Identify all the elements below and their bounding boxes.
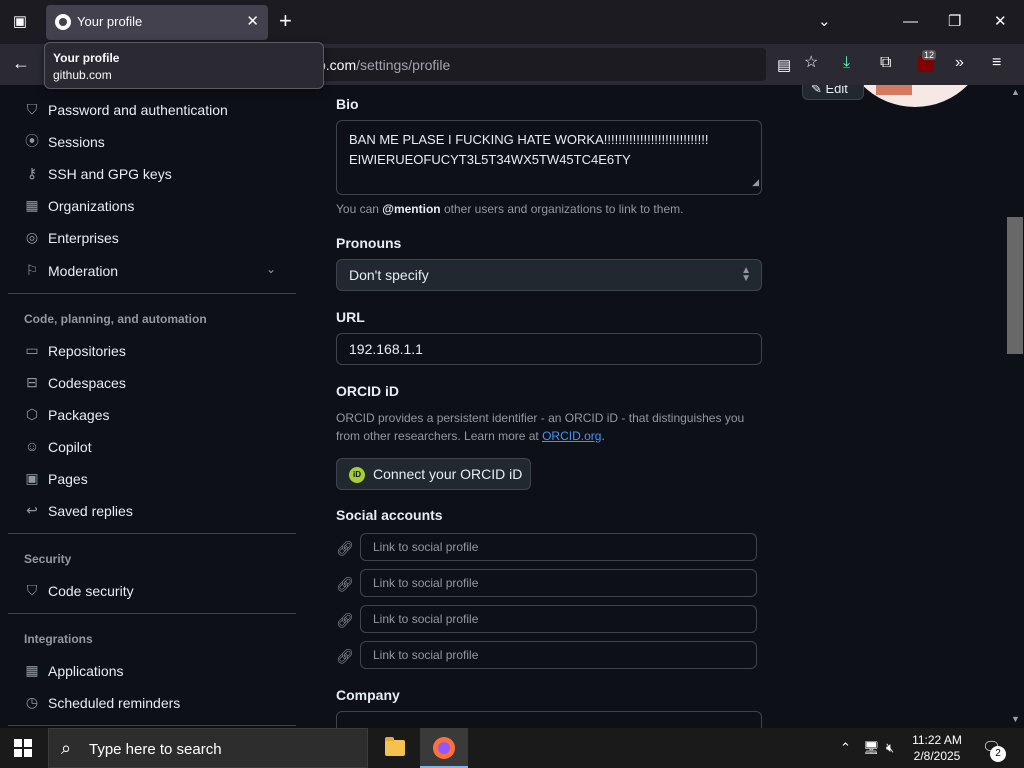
list-all-tabs-icon[interactable]: ⌄ — [818, 11, 831, 33]
link-icon: 🔗︎ — [336, 612, 354, 628]
taskbar-clock[interactable]: 11:22 AM 2/8/2025 — [902, 732, 972, 764]
report-icon: ⚐ — [25, 262, 39, 278]
chevron-down-icon[interactable]: ⌄ — [266, 262, 276, 276]
social-input-3[interactable]: Link to social profile — [360, 605, 757, 633]
orcid-description: ORCID provides a persistent identifier -… — [336, 411, 745, 443]
screen: ▣ Your profile ✕ + ⌄ — ❐ ✕ ← b.com/setti… — [0, 0, 1024, 768]
connect-orcid-button[interactable]: iD Connect your ORCID iD — [336, 458, 531, 490]
key-icon: ⚷ — [26, 165, 38, 181]
downloads-icon[interactable]: ⤓ — [843, 54, 850, 72]
url-label: URL — [336, 309, 365, 325]
social-input-2[interactable]: Link to social profile — [360, 569, 757, 597]
github-favicon-icon — [55, 14, 71, 30]
link-icon: 🔗︎ — [336, 540, 354, 556]
network-icon[interactable]: 🖥︎ — [863, 740, 880, 756]
copilot-icon: ☺ — [24, 438, 40, 454]
tab-tooltip: Your profile github.com — [44, 42, 324, 89]
menu-hamburger-icon[interactable]: ≡ — [992, 54, 1001, 72]
codespaces-icon: ⊟ — [26, 374, 38, 390]
orcid-link[interactable]: ORCID.org — [542, 429, 601, 443]
page-content: ⛉ Password and authentication ⦿ Sessions… — [0, 85, 1006, 728]
back-arrow-icon[interactable]: ← — [12, 53, 30, 74]
organization-icon: ▦ — [25, 197, 39, 213]
sidebar-section-security: Security — [24, 552, 72, 566]
tab-list-icon[interactable]: ▣ — [8, 11, 32, 33]
url-input[interactable]: 192.168.1.1 — [336, 333, 762, 365]
tab-close-icon[interactable]: ✕ — [246, 12, 259, 30]
link-icon: 🔗︎ — [336, 648, 354, 664]
overflow-chevron-icon[interactable]: » — [955, 54, 964, 72]
extensions-icon[interactable]: ⧉ — [880, 54, 891, 72]
repo-icon: ▭ — [25, 342, 39, 358]
orcid-icon: iD — [349, 467, 365, 483]
orcid-label: ORCID iD — [336, 383, 399, 399]
taskbar-search-box[interactable]: ⌕ Type here to search — [48, 728, 368, 768]
sidebar-section-integrations: Integrations — [24, 632, 93, 646]
apps-icon: ▦ — [25, 662, 39, 678]
minimize-icon[interactable]: — — [903, 11, 918, 33]
resize-handle-icon[interactable]: ◢ — [752, 172, 759, 192]
bookmark-star-icon[interactable]: ☆ — [804, 54, 818, 72]
scroll-thumb[interactable] — [1007, 217, 1023, 354]
select-updown-icon: ▲ ▼ — [741, 265, 751, 284]
sidebar-divider — [8, 533, 296, 534]
sidebar-divider — [8, 293, 296, 294]
browser-icon: ▣ — [25, 470, 39, 486]
tab-title: Your profile — [77, 14, 143, 29]
browser-tab-bar: ▣ Your profile ✕ + ⌄ — ❐ ✕ — [0, 0, 1024, 44]
file-explorer-button[interactable] — [371, 728, 419, 768]
sidebar-section-code: Code, planning, and automation — [24, 312, 207, 326]
volume-muted-icon[interactable]: 🔇︎ — [886, 740, 894, 756]
social-input-1[interactable]: Link to social profile — [360, 533, 757, 561]
sidebar-divider — [8, 613, 296, 614]
company-input[interactable] — [336, 711, 762, 728]
globe-icon: ◎ — [25, 229, 39, 245]
company-label: Company — [336, 687, 400, 703]
close-window-icon[interactable]: ✕ — [994, 11, 1007, 33]
pronouns-select[interactable]: Don't specify ▲ ▼ — [336, 259, 762, 291]
firefox-icon — [433, 737, 455, 759]
windows-start-icon[interactable] — [14, 739, 32, 757]
page-scrollbar[interactable]: ▲ ▼ — [1006, 85, 1024, 728]
social-accounts-label: Social accounts — [336, 507, 443, 523]
edit-avatar-button[interactable]: ✎ Edit — [802, 85, 864, 100]
shield-lock-icon: ⛉ — [26, 101, 38, 117]
scroll-down-icon[interactable]: ▼ — [1011, 714, 1020, 724]
reply-icon: ↩ — [26, 502, 38, 518]
ublock-badge: 12 — [922, 50, 937, 60]
reader-view-icon[interactable]: ▤ — [777, 58, 791, 74]
firefox-taskbar-button[interactable] — [420, 728, 468, 768]
social-input-4[interactable]: Link to social profile — [360, 641, 757, 669]
bio-label: Bio — [336, 96, 359, 112]
scroll-up-icon[interactable]: ▲ — [1011, 87, 1020, 97]
bio-note: You can @mention other users and organiz… — [336, 202, 684, 216]
active-tab[interactable]: Your profile ✕ — [46, 5, 268, 40]
pronouns-label: Pronouns — [336, 235, 402, 251]
avatar-pattern — [876, 85, 912, 95]
notification-badge: 2 — [990, 746, 1006, 762]
restore-icon[interactable]: ❐ — [948, 11, 961, 33]
windows-taskbar: ⌕ Type here to search ⌃ 🖥︎ 🔇︎ 11:22 AM 2… — [0, 728, 1024, 768]
tray-overflow-chevron-icon[interactable]: ⌃ — [840, 740, 851, 756]
sidebar-divider — [8, 725, 296, 726]
pencil-icon: ✎ — [811, 85, 826, 96]
clock-icon: ◷ — [25, 694, 39, 710]
folder-icon — [385, 737, 405, 756]
package-icon: ⬡ — [25, 406, 39, 422]
search-icon: ⌕ — [61, 738, 72, 758]
new-tab-icon[interactable]: + — [279, 9, 292, 33]
broadcast-icon: ⦿ — [25, 133, 39, 149]
url-text: b.com/settings/profile — [318, 57, 451, 73]
bio-textarea[interactable]: BAN ME PLASE I FUCKING HATE WORKA!!!!!!!… — [336, 120, 762, 195]
shield-icon: ⛉ — [26, 582, 38, 598]
link-icon: 🔗︎ — [336, 576, 354, 592]
